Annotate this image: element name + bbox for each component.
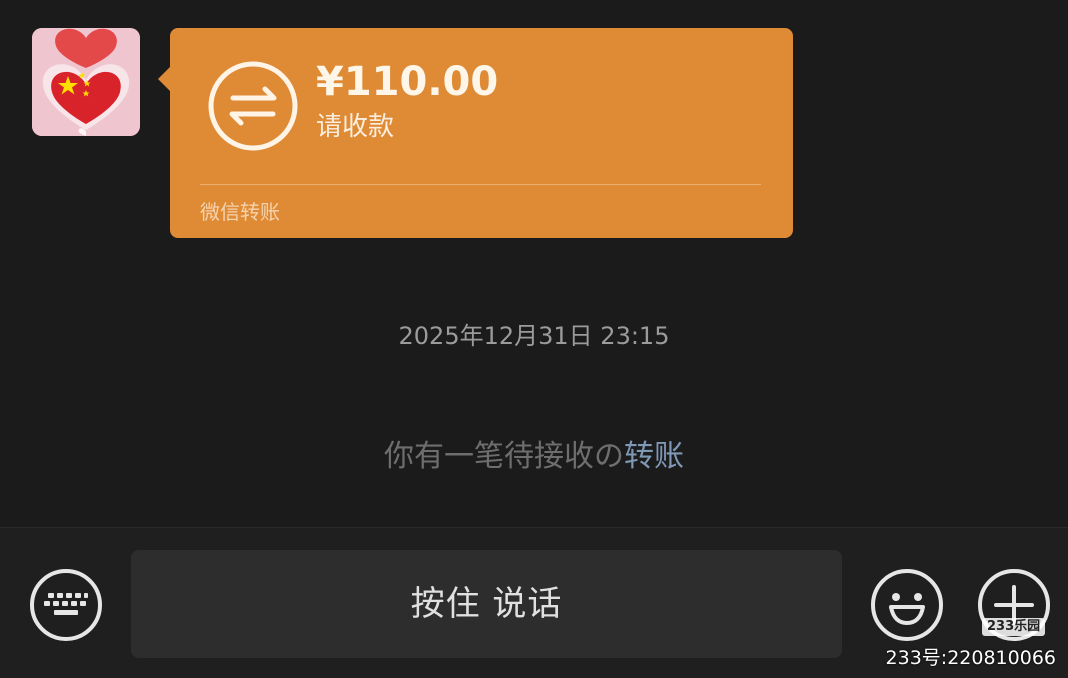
hold-to-talk-button[interactable]: 按住 说话 <box>131 550 842 658</box>
transfer-status: 请收款 <box>316 112 395 142</box>
heart-flag-avatar-icon <box>32 28 140 136</box>
pending-transfer-notice: 你有一笔待接收の转账 <box>0 437 1068 477</box>
transfer-amount: ¥110.00 <box>316 59 499 105</box>
transfer-arrows-icon <box>207 60 299 152</box>
card-divider <box>200 184 761 185</box>
chat-screen: ¥110.00 请收款 微信转账 2025年12月31日 23:15 你有一笔待… <box>0 0 1068 678</box>
transfer-card[interactable]: ¥110.00 请收款 微信转账 <box>170 28 793 238</box>
emoji-button[interactable] <box>871 569 943 641</box>
sender-avatar[interactable] <box>32 28 140 136</box>
notice-transfer-link[interactable]: 转账 <box>624 439 684 474</box>
watermark-id: 233号:220810066 <box>885 647 1056 669</box>
message-timestamp: 2025年12月31日 23:15 <box>398 322 670 350</box>
notice-text: 你有一笔待接收の <box>384 439 624 474</box>
transfer-card-footer: 微信转账 <box>200 200 280 224</box>
keyboard-toggle-button[interactable] <box>30 569 102 641</box>
watermark-logo: 233乐园 <box>982 618 1046 636</box>
